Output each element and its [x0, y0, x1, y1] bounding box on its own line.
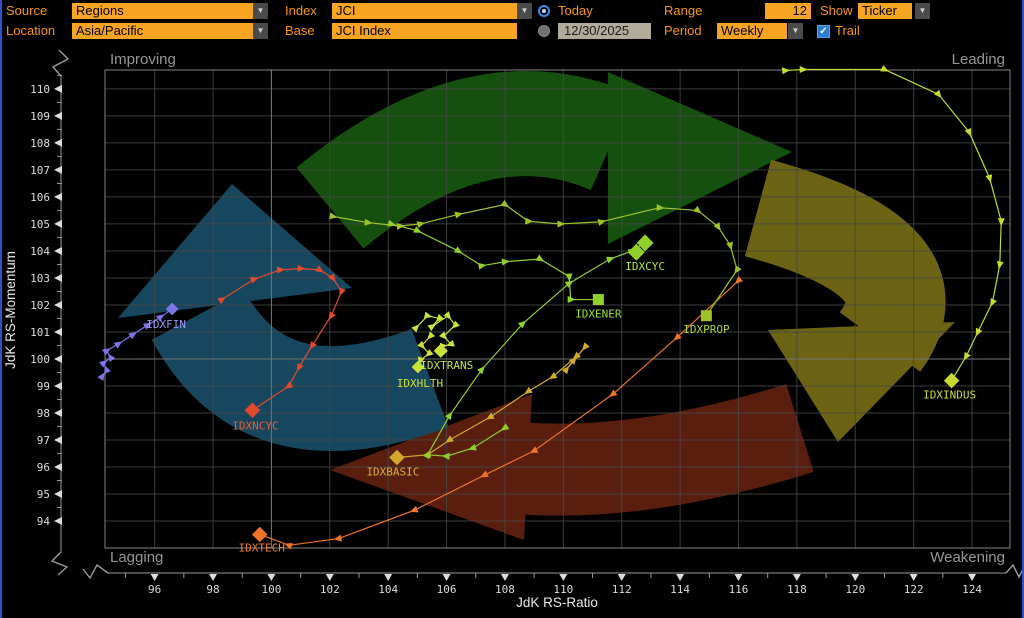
svg-text:97: 97	[37, 434, 50, 447]
location-dropdown-arrow-icon[interactable]: ▼	[253, 23, 268, 39]
range-label: Range	[664, 3, 703, 18]
marker-IDXPROP[interactable]	[700, 310, 712, 322]
rrg-chart: 96 98 100 102 104 106 108 110 112 114 116 118 120 122…	[3, 49, 1024, 610]
rotation-arrow-right-icon	[744, 159, 946, 372]
svg-text:103: 103	[30, 272, 50, 285]
source-select[interactable]: Regions	[72, 3, 253, 19]
quadrant-label-improving: Improving	[110, 51, 176, 68]
svg-text:108: 108	[30, 137, 50, 150]
marker-IDXTECH[interactable]	[251, 526, 268, 543]
svg-text:104: 104	[378, 583, 398, 596]
ticker-label-IDXFIN[interactable]: IDXFIN	[146, 318, 186, 331]
svg-text:95: 95	[37, 488, 50, 501]
x-axis-title: JdK RS-Ratio	[516, 595, 598, 610]
period-dropdown-arrow-icon[interactable]: ▼	[788, 23, 803, 39]
index-select[interactable]: JCI	[332, 3, 517, 19]
svg-text:96: 96	[37, 461, 50, 474]
index-label: Index	[285, 3, 317, 18]
svg-text:112: 112	[612, 583, 632, 596]
index-dropdown-arrow-icon[interactable]: ▼	[517, 3, 532, 19]
series-IDXTRANS: IDXTRANS	[411, 311, 473, 372]
svg-text:102: 102	[30, 299, 50, 312]
base-label: Base	[285, 23, 315, 38]
ticker-label-IDXTECH[interactable]: IDXTECH	[239, 541, 285, 554]
svg-text:102: 102	[320, 583, 340, 596]
show-label: Show	[820, 3, 853, 18]
trail-checkbox[interactable]: ✓	[817, 25, 830, 38]
svg-text:120: 120	[845, 583, 865, 596]
svg-text:96: 96	[148, 583, 161, 596]
svg-text:105: 105	[30, 218, 50, 231]
svg-text:101: 101	[30, 326, 50, 339]
location-select[interactable]: Asia/Pacific	[72, 23, 253, 39]
period-label: Period	[664, 23, 702, 38]
ticker-label-IDXPROP[interactable]: IDXPROP	[683, 323, 730, 336]
show-dropdown-arrow-icon[interactable]: ▼	[915, 3, 930, 19]
svg-text:118: 118	[787, 583, 807, 596]
ticker-label-IDXNCYC[interactable]: IDXNCYC	[232, 419, 278, 432]
marker-IDXENER[interactable]	[592, 294, 604, 306]
svg-text:106: 106	[30, 191, 50, 204]
today-radio[interactable]	[538, 5, 550, 17]
svg-text:122: 122	[904, 583, 924, 596]
radio-dot-icon	[542, 9, 546, 13]
quadrant-label-weakening: Weakening	[930, 549, 1005, 566]
quadrant-label-leading: Leading	[952, 51, 1005, 68]
svg-text:107: 107	[30, 164, 50, 177]
svg-text:94: 94	[37, 515, 51, 528]
x-axis-break-right-icon	[1005, 563, 1024, 579]
svg-text:114: 114	[670, 583, 690, 596]
ticker-label-IDXHLTH[interactable]: IDXHLTH	[397, 377, 443, 390]
svg-text:124: 124	[962, 583, 982, 596]
svg-text:104: 104	[30, 245, 50, 258]
window-border-left	[0, 0, 2, 618]
ticker-label-IDXINDUS[interactable]: IDXINDUS	[923, 389, 976, 402]
rotation-arrows	[118, 71, 955, 540]
date-radio[interactable]	[538, 25, 550, 37]
rotation-arrow-top-icon	[296, 71, 634, 249]
ticker-label-IDXCYC[interactable]: IDXCYC	[625, 260, 665, 273]
svg-text:99: 99	[37, 380, 50, 393]
svg-text:98: 98	[206, 583, 219, 596]
source-label: Source	[6, 3, 48, 18]
source-dropdown-arrow-icon[interactable]: ▼	[253, 3, 268, 19]
trail-checkbox-label[interactable]: Trail	[835, 23, 860, 39]
svg-text:98: 98	[37, 407, 50, 420]
period-select[interactable]: Weekly	[717, 23, 787, 39]
rotation-arrow-bottom-icon	[514, 384, 814, 516]
quadrant-label-lagging: Lagging	[110, 549, 163, 566]
y-axis-break-bottom-icon	[50, 551, 69, 576]
ticker-label-IDXENER[interactable]: IDXENER	[575, 308, 622, 321]
svg-text:110: 110	[30, 83, 50, 96]
range-input[interactable]: 12	[765, 3, 811, 19]
toolbar: Source Regions ▼ Index JCI ▼ Today Range…	[2, 0, 1022, 43]
location-label: Location	[6, 23, 56, 38]
ticker-label-IDXTRANS[interactable]: IDXTRANS	[420, 359, 473, 372]
today-radio-label[interactable]: Today	[558, 3, 593, 19]
ticker-label-IDXBASIC[interactable]: IDXBASIC	[366, 466, 419, 479]
svg-text:116: 116	[729, 583, 749, 596]
svg-text:100: 100	[30, 353, 50, 366]
svg-text:109: 109	[30, 110, 50, 123]
svg-text:106: 106	[437, 583, 457, 596]
y-axis-title: JdK RS-Momentum	[3, 251, 18, 369]
svg-text:100: 100	[261, 583, 281, 596]
x-axis-break-left-icon	[82, 563, 109, 580]
base-input[interactable]: JCI Index	[332, 23, 517, 39]
y-axis-break-top-icon	[51, 49, 70, 77]
show-select[interactable]: Ticker	[858, 3, 912, 19]
date-input[interactable]: 12/30/2025	[558, 23, 651, 39]
svg-text:108: 108	[495, 583, 515, 596]
